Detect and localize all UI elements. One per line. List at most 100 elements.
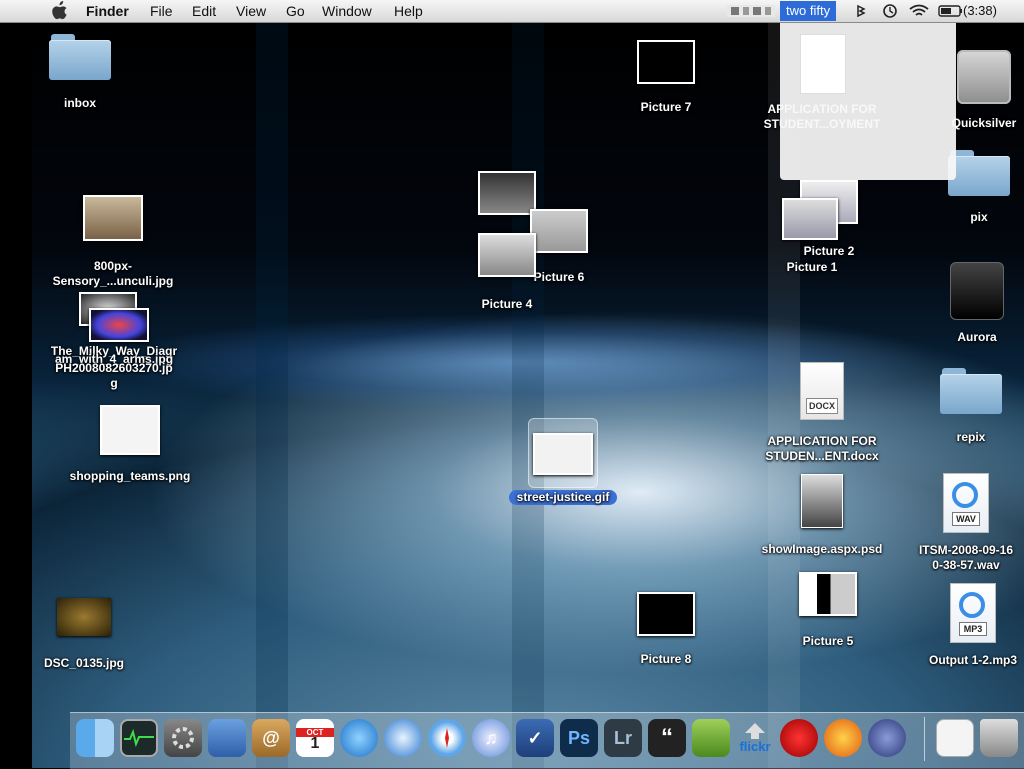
image-thumbnail — [57, 598, 111, 636]
icon-label: inbox — [64, 96, 96, 110]
things-icon[interactable]: ✓ — [516, 719, 554, 757]
itunes-icon[interactable]: ♫ — [472, 719, 510, 757]
docx-file-icon: DOCX — [800, 362, 844, 420]
ical-icon[interactable]: OCT 1 — [296, 719, 334, 757]
menu-bar: Finder File Edit View Go Window Help two… — [0, 0, 1024, 23]
icon-picture-5[interactable]: Picture 5 — [796, 572, 860, 649]
icon-label: PH2008082603270.jp — [55, 361, 173, 375]
flickr-uploadr-icon[interactable]: flickr — [736, 719, 774, 757]
wav-audio-icon: WAV — [943, 473, 989, 533]
icon-picture-7[interactable]: Picture 7 — [630, 40, 702, 115]
icon-picture-8[interactable]: Picture 8 — [630, 592, 702, 667]
icon-label: Picture 5 — [802, 634, 854, 648]
wifi-icon[interactable] — [908, 3, 930, 19]
icon-inbox[interactable]: inbox — [40, 34, 120, 111]
icon-label: Picture 1 — [786, 260, 838, 274]
image-thumbnail — [782, 198, 838, 240]
icon-sensory-jpg[interactable]: 800px- Sensory_...unculi.jpg — [40, 195, 186, 289]
status-item-popup[interactable] — [780, 22, 956, 180]
quote-app-icon[interactable]: “ — [648, 719, 686, 757]
folder-icon — [948, 150, 1010, 196]
menu-go[interactable]: Go — [286, 2, 305, 20]
dock-separator — [924, 717, 925, 761]
activity-monitor-icon[interactable] — [120, 719, 158, 757]
icon-label: repix — [956, 430, 986, 444]
icon-milky-way-jpg[interactable]: The_Milky_Way_Diagr am_with_4_arms.jpg P… — [36, 292, 192, 391]
icon-label: shopping_teams.png — [69, 469, 191, 483]
system-preferences-icon[interactable] — [164, 719, 202, 757]
menu-view[interactable]: View — [236, 2, 266, 20]
image-thumbnail — [530, 209, 588, 253]
image-thumbnail — [799, 572, 857, 616]
folder-icon — [940, 368, 1002, 414]
picture-6-thumb[interactable] — [530, 209, 588, 253]
icon-label: Output 1-2.mp3 — [928, 653, 1017, 667]
dock: @ OCT 1 ♫ ✓ Ps Lr “ flickr — [70, 712, 1024, 769]
battery-icon[interactable] — [938, 3, 964, 19]
icon-label: Sensory_...unculi.jpg — [52, 274, 174, 288]
hard-drive-icon — [957, 50, 1011, 104]
icon-label: g — [110, 376, 118, 390]
aurora-drive-icon — [950, 262, 1004, 320]
picture-4-thumb-a[interactable] — [478, 171, 536, 215]
menu-window[interactable]: Window — [322, 2, 372, 20]
quill-app-icon[interactable] — [868, 719, 906, 757]
image-thumbnail — [478, 233, 536, 277]
icon-label: APPLICATION FOR — [767, 434, 877, 448]
menu-edit[interactable]: Edit — [192, 2, 216, 20]
icon-label: Picture 4 — [481, 297, 533, 311]
evernote-icon[interactable] — [692, 719, 730, 757]
image-thumbnail — [89, 308, 149, 342]
icon-label: Aurora — [957, 330, 997, 344]
documents-stack-icon[interactable] — [936, 719, 974, 757]
icon-quicksilver-drive[interactable]: Quicksilver — [944, 50, 1024, 131]
wallpaper-band-1 — [256, 22, 288, 768]
menu-finder[interactable]: Finder — [86, 2, 129, 20]
time-machine-icon[interactable] — [880, 3, 900, 19]
image-thumbnail — [478, 171, 536, 215]
icon-label: pix — [970, 210, 988, 224]
icon-label: DSC_0135.jpg — [43, 656, 125, 670]
menu-clock[interactable]: (3:38) — [963, 2, 997, 20]
icon-label-selected: street-justice.gif — [508, 490, 618, 505]
folder-icon — [49, 34, 111, 80]
icon-application-docx[interactable]: DOCX APPLICATION FOR STUDEN...ENT.docx — [756, 362, 888, 464]
icon-repix-folder[interactable]: repix — [936, 368, 1006, 445]
ichat-icon[interactable] — [340, 719, 378, 757]
icon-aurora[interactable]: Aurora — [944, 262, 1010, 345]
red-app-icon[interactable] — [780, 719, 818, 757]
wallpaper-edge-left — [0, 22, 32, 768]
icon-picture-4[interactable]: Picture 4 — [477, 233, 537, 312]
icon-picture-1[interactable]: Picture 1 — [780, 198, 844, 275]
trash-icon[interactable] — [980, 719, 1018, 757]
icon-showimage-psd[interactable]: showImage.aspx.psd — [752, 474, 892, 557]
icon-street-justice-gif[interactable]: street-justice.gif — [500, 418, 626, 506]
image-thumbnail — [637, 40, 695, 84]
menu-extras-icon[interactable] — [727, 3, 777, 19]
icon-label: Picture 7 — [640, 100, 692, 114]
photoshop-icon[interactable]: Ps — [560, 719, 598, 757]
icon-label: ITSM-2008-09-16 — [918, 543, 1014, 557]
finder-icon[interactable] — [76, 719, 114, 757]
address-book-icon[interactable]: @ — [252, 719, 290, 757]
safari-icon[interactable] — [428, 719, 466, 757]
image-thumbnail — [533, 433, 593, 475]
image-thumbnail — [83, 195, 143, 241]
icon-shopping-teams-png[interactable]: shopping_teams.png — [50, 405, 210, 484]
status-item-two-fifty[interactable]: two fifty — [780, 1, 837, 21]
fetch-icon[interactable] — [384, 719, 422, 757]
mail-icon[interactable] — [208, 719, 246, 757]
lightroom-icon[interactable]: Lr — [604, 719, 642, 757]
image-thumbnail — [801, 474, 843, 528]
firefox-icon[interactable] — [824, 719, 862, 757]
icon-label: STUDEN...ENT.docx — [765, 449, 879, 463]
bluetooth-icon[interactable] — [852, 3, 874, 19]
menu-file[interactable]: File — [150, 2, 173, 20]
menu-help[interactable]: Help — [394, 2, 423, 20]
icon-output-mp3[interactable]: MP3 Output 1-2.mp3 — [922, 583, 1024, 668]
icon-itsm-wav[interactable]: WAV ITSM-2008-09-16 0-38-57.wav — [908, 473, 1024, 573]
apple-menu-icon[interactable] — [52, 1, 68, 20]
icon-dsc-0135-jpg[interactable]: DSC_0135.jpg — [40, 598, 128, 671]
image-thumbnail — [100, 405, 160, 455]
wallpaper-band-2 — [512, 22, 544, 768]
